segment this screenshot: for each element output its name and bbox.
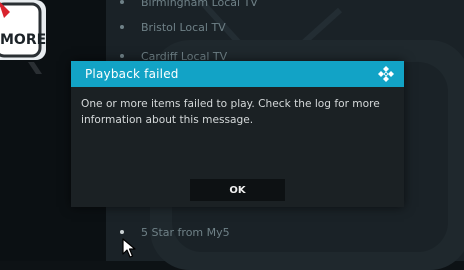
- dialog-title: Playback failed: [85, 67, 179, 81]
- mouse-pointer-icon: [122, 238, 136, 258]
- bullet-icon: [120, 230, 124, 234]
- channel-label: Birmingham Local TV: [141, 0, 258, 9]
- list-item[interactable]: Bristol Local TV: [116, 17, 226, 37]
- list-item[interactable]: Birmingham Local TV: [116, 0, 258, 12]
- playback-failed-dialog: Playback failed One or more items failed…: [71, 61, 404, 207]
- dialog-message: One or more items failed to play. Check …: [81, 98, 380, 126]
- kodi-logo-icon: [378, 66, 394, 82]
- bullet-icon: [120, 0, 124, 4]
- channel-label: 5 Star from My5: [141, 225, 230, 239]
- channel-label: Bristol Local TV: [141, 20, 226, 34]
- bullet-icon: [120, 54, 124, 58]
- dialog-header: Playback failed: [71, 61, 404, 87]
- promo-text: MORE: [0, 32, 46, 48]
- ok-button[interactable]: OK: [190, 179, 285, 201]
- bullet-icon: [120, 25, 124, 29]
